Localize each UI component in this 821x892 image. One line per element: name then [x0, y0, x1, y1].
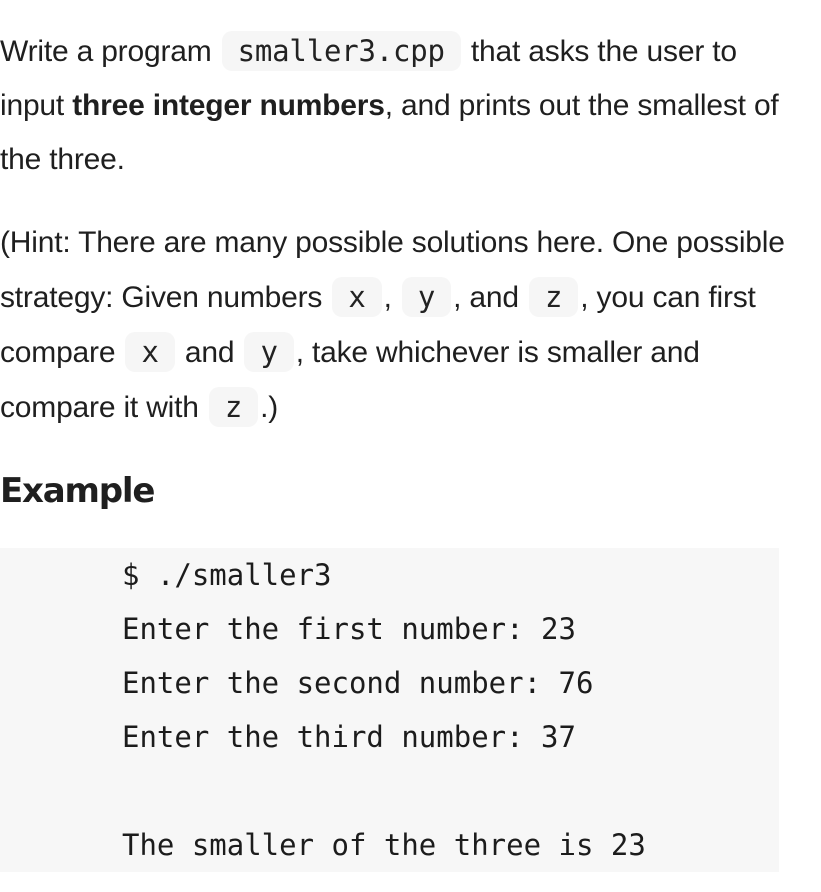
hint-text: .): [260, 391, 279, 424]
instructions-text-start: Write a program: [0, 35, 220, 68]
code-line-third-input: Enter the third number: 37: [122, 720, 576, 754]
variable-z-code: z: [208, 387, 259, 427]
hint-text: ,: [383, 281, 400, 314]
instructions-paragraph: Write a program smaller3.cpp that asks t…: [0, 24, 800, 187]
example-heading: Example: [0, 471, 155, 511]
variable-x-code: x: [125, 332, 175, 372]
code-content: $ ./smaller3 Enter the first number: 23 En…: [122, 548, 779, 872]
variable-x-code: x: [332, 277, 382, 317]
filename-code: smaller3.cpp: [221, 31, 461, 71]
example-code-block: $ ./smaller3 Enter the first number: 23 En…: [0, 548, 779, 872]
code-line-command: $ ./smaller3: [122, 558, 332, 592]
code-line-second-input: Enter the second number: 76: [122, 666, 594, 700]
variable-z-code: z: [529, 277, 579, 317]
variable-y-code: y: [244, 332, 294, 372]
bold-emphasis: three integer numbers: [72, 89, 385, 122]
code-line-result: The smaller of the three is 23: [122, 828, 646, 862]
hint-text: and: [176, 336, 243, 369]
hint-text: , and: [453, 281, 528, 314]
variable-y-code: y: [401, 277, 452, 317]
hint-paragraph: (Hint: There are many possible solutions…: [0, 216, 800, 435]
code-line-first-input: Enter the first number: 23: [122, 612, 576, 646]
